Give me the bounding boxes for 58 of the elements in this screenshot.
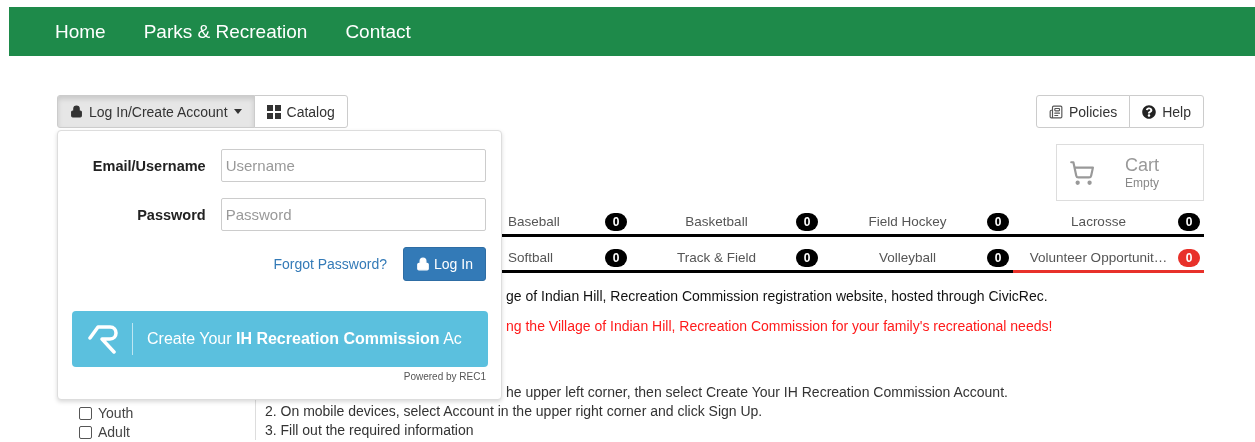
count-badge: 0 (796, 212, 818, 231)
nav-link[interactable]: Home (55, 20, 106, 43)
field-label: Password (136, 206, 206, 223)
category-tile[interactable]: Lacrosse 0 (1013, 209, 1204, 237)
help-icon (1142, 104, 1157, 119)
category-tile[interactable]: Field Hockey 0 (822, 209, 1013, 237)
count-badge: 0 (1178, 212, 1200, 231)
nav-link[interactable]: Contact (345, 20, 411, 43)
count-badge: 0 (796, 248, 818, 267)
welcome-text: ge of Indian Hill, Recreation Commission registration website, hosted through CivicRec. (506, 287, 1048, 306)
category-tile[interactable]: Baseball 0 (502, 209, 631, 237)
count-badge: 0 (1178, 248, 1200, 267)
help-button[interactable]: Help (1129, 95, 1204, 128)
count-badge: 0 (987, 212, 1009, 231)
category-name: Basketball (684, 214, 749, 229)
cart-status: Empty (1125, 176, 1159, 190)
category-name: Lacrosse (1070, 214, 1127, 229)
nav-link[interactable]: Parks & Recreation (143, 20, 308, 43)
checkbox-label: Adult (98, 424, 130, 440)
catalog-button[interactable]: Catalog (253, 95, 348, 128)
count-badge: 0 (987, 248, 1009, 267)
instruction-text: 3. Fill out the required information (265, 421, 474, 440)
instruction-text: he upper left corner, then select Create Your IH Recreation Commission Account. (506, 383, 1008, 402)
category-name: Softball (508, 250, 555, 265)
category-tile[interactable]: Volleyball 0 (822, 245, 1013, 273)
count-badge: 0 (605, 248, 627, 267)
cart-box[interactable]: Cart Empty (1056, 144, 1204, 201)
checkbox-label: Youth (98, 405, 134, 421)
notice-text: ng the Village of Indian Hill, Recreation Commission for your family's recreational needs! (506, 317, 1053, 336)
logo-icon (88, 324, 120, 354)
category-name: Volunteer Opportunit… (1028, 250, 1169, 265)
category-tile[interactable]: Softball 0 (502, 245, 631, 273)
checkbox[interactable] (79, 406, 92, 420)
category-tile[interactable]: Volunteer Opportunit… 0 (1013, 245, 1204, 273)
caret-icon (233, 109, 242, 114)
newspaper-icon (1048, 104, 1063, 119)
category-tile[interactable]: Track & Field 0 (631, 245, 822, 273)
category-name: Volleyball (877, 250, 937, 265)
login-dropdown-button[interactable]: Log In/Create Account (57, 95, 255, 128)
field-label: Email/Username (91, 157, 206, 174)
instruction-text: 2. On mobile devices, select Account in the upper right corner and click Sign Up. (265, 402, 763, 421)
category-tile[interactable]: Basketball 0 (631, 209, 822, 237)
powered-by-text: Powered by REC1 (402, 371, 486, 382)
forgot-password-link[interactable]: Forgot Password? (273, 256, 387, 272)
input-field[interactable]: Password (220, 198, 486, 231)
policies-button[interactable]: Policies (1035, 95, 1131, 128)
cart-icon (1069, 159, 1095, 186)
category-name: Field Hockey (867, 214, 948, 229)
login-button[interactable]: Log In (403, 247, 486, 281)
checkbox[interactable] (79, 425, 92, 439)
category-name: Track & Field (676, 250, 757, 265)
lock-icon (70, 105, 83, 118)
cart-title: Cart (1125, 155, 1159, 176)
count-badge: 0 (605, 212, 627, 231)
grid-icon (266, 104, 281, 119)
lock-icon (416, 257, 431, 271)
input-field[interactable]: Username (220, 149, 486, 182)
category-name: Baseball (508, 214, 561, 229)
